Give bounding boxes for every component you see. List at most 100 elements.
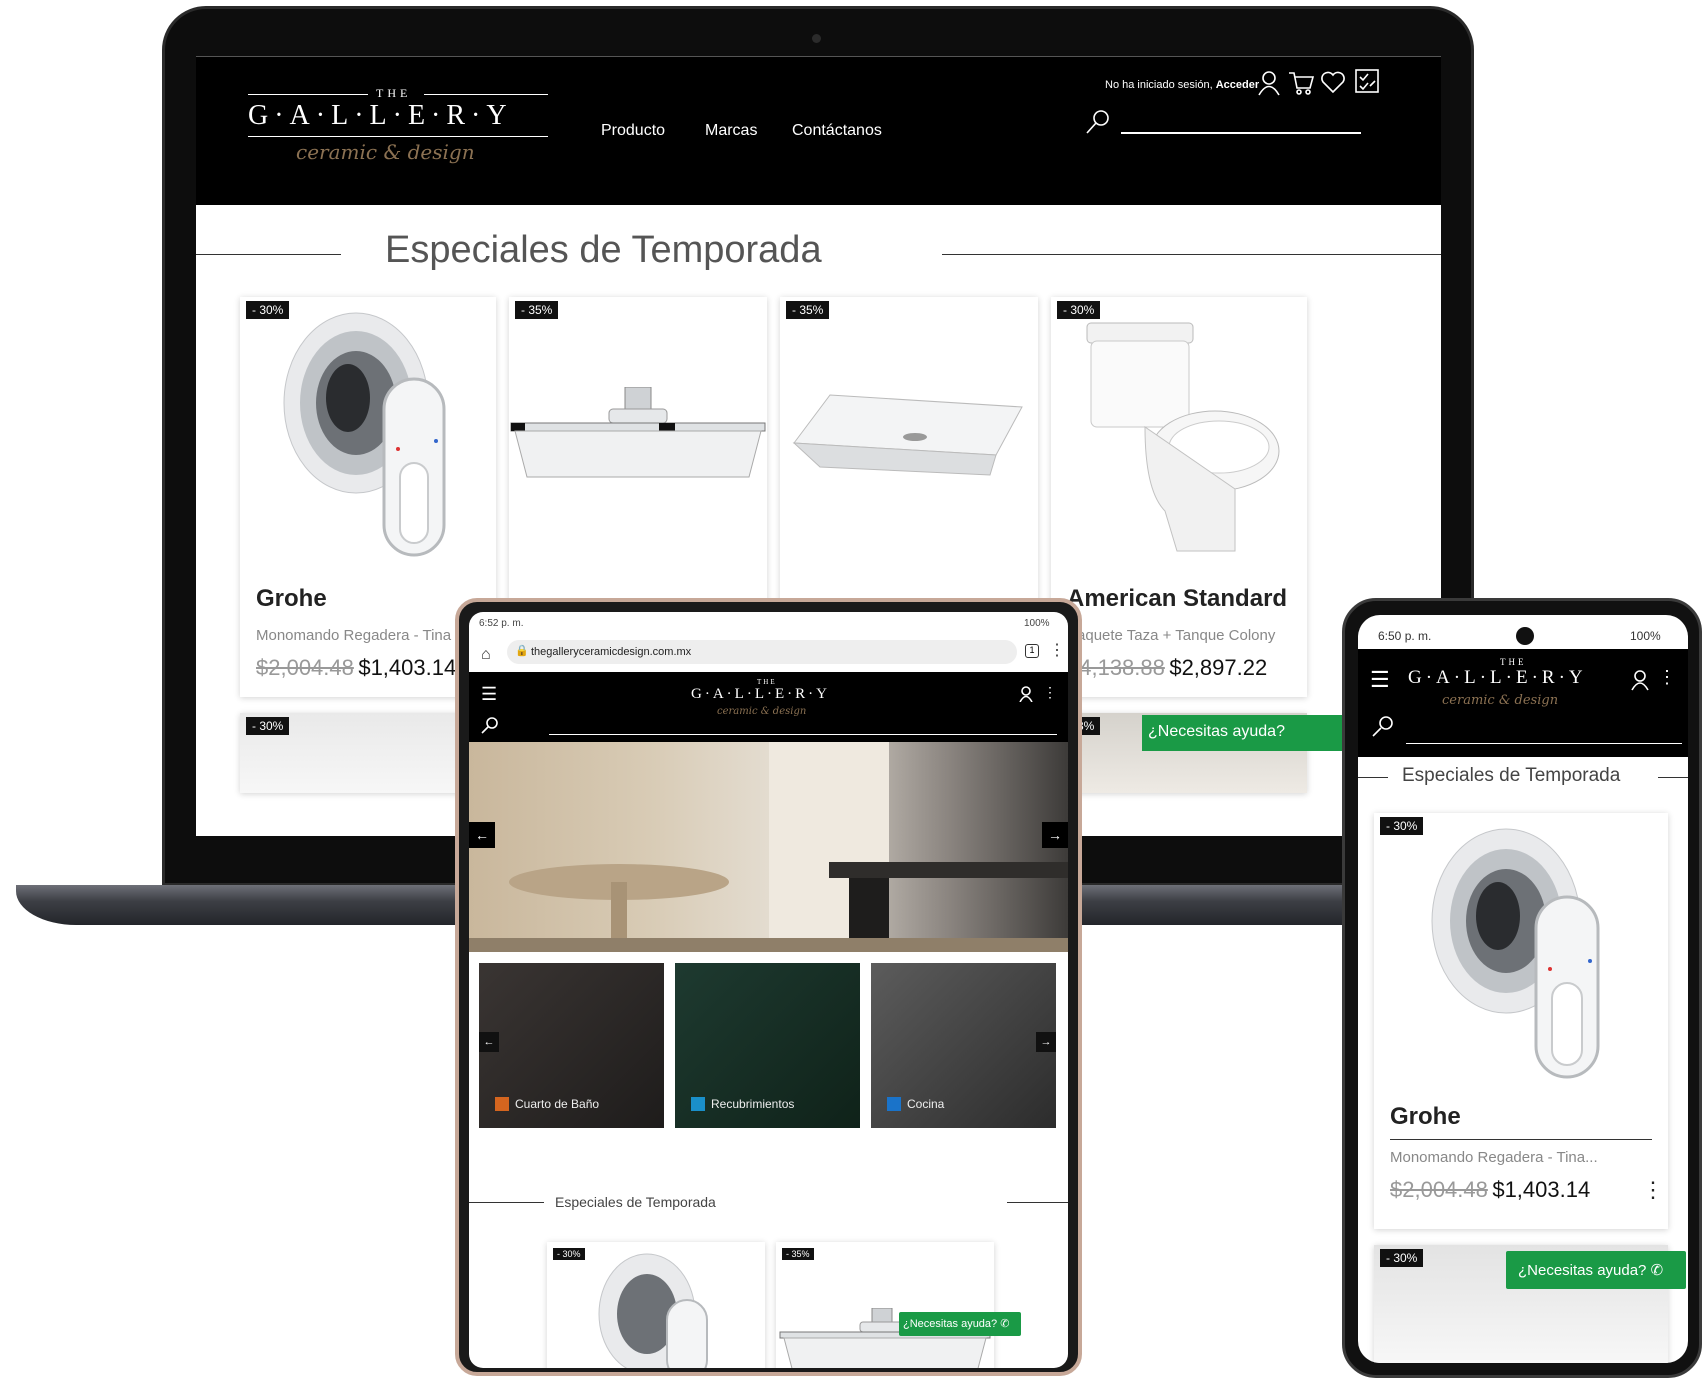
- phone-screen: 6:50 p. m. 100% ☰ THE G·A·L·L·E·R·Y cera…: [1358, 615, 1688, 1363]
- product-description: Monomando Regadera - Tina: [256, 627, 452, 644]
- product-description: Monomando Regadera - Tina...: [1390, 1149, 1598, 1166]
- search-input[interactable]: [1121, 132, 1361, 134]
- category-label: Recubrimientos: [711, 1097, 795, 1111]
- whatsapp-icon: ✆: [1650, 1262, 1664, 1279]
- tablet-screen: 6:52 p. m. 100% ⌂ 🔒 thegalleryceramicdes…: [469, 612, 1068, 1368]
- product-card[interactable]: - 30% American Standard Paquete Taza + T…: [1051, 297, 1307, 697]
- tab-count: 1: [1029, 645, 1035, 655]
- product-card[interactable]: - 30% Grohe Monomando Regadera - Tina...…: [1374, 813, 1668, 1229]
- whatsapp-help-button[interactable]: ¿Necesitas ayuda? ✆: [899, 1312, 1021, 1336]
- category-tile-bano[interactable]: Cuarto de Baño: [479, 963, 664, 1128]
- site-logo[interactable]: THE G·A·L·L·E·R·Y ceramic & design: [1408, 657, 1618, 717]
- category-tile-recubrimientos[interactable]: Recubrimientos: [675, 963, 860, 1128]
- logo-tagline: ceramic & design: [1442, 693, 1559, 708]
- hamburger-icon[interactable]: ☰: [1370, 667, 1390, 693]
- nav-producto[interactable]: Producto: [601, 122, 665, 140]
- search-icon[interactable]: [1372, 715, 1394, 737]
- category-next-arrow[interactable]: →: [1036, 1032, 1056, 1052]
- logo-the: THE: [1500, 657, 1527, 667]
- more-options-icon[interactable]: ⋮: [1043, 684, 1057, 701]
- logo-wordmark: G·A·L·L·E·R·Y: [691, 686, 830, 702]
- phone-frame: 6:50 p. m. 100% ☰ THE G·A·L·L·E·R·Y cera…: [1342, 598, 1702, 1378]
- lock-icon: 🔒: [515, 645, 529, 657]
- new-price: $2,897.22: [1169, 655, 1268, 680]
- toilet-image: [1086, 322, 1280, 552]
- product-card[interactable]: - 30%: [547, 1242, 765, 1368]
- section-title: Especiales de Temporada: [555, 1194, 716, 1210]
- old-price: $2,004.48: [256, 655, 354, 680]
- whatsapp-help-label: ¿Necesitas ayuda?: [1518, 1262, 1647, 1279]
- product-card[interactable]: - 35%: [776, 1242, 994, 1368]
- home-icon[interactable]: ⌂: [481, 646, 491, 664]
- tablet-header: ☰ THE G·A·L·L·E·R·Y ceramic & design ⋮: [469, 672, 1068, 742]
- product-brand: Grohe: [256, 585, 327, 612]
- search-input[interactable]: [549, 734, 1057, 735]
- hero-next-arrow[interactable]: →: [1042, 822, 1068, 848]
- browser-menu-icon[interactable]: ⋮: [1049, 640, 1065, 660]
- login-text: No ha iniciado sesión,: [1105, 79, 1213, 91]
- category-prev-arrow[interactable]: ←: [479, 1032, 499, 1052]
- new-price: $1,403.14: [1492, 1177, 1591, 1202]
- discount-badge: - 30%: [1380, 817, 1424, 835]
- heart-icon[interactable]: [1320, 70, 1346, 94]
- discount-badge: - 30%: [246, 717, 290, 735]
- category-label: Cocina: [907, 1097, 945, 1111]
- hero-prev-arrow[interactable]: ←: [469, 822, 495, 848]
- search-icon[interactable]: [1084, 108, 1112, 136]
- tabs-button[interactable]: 1: [1025, 644, 1039, 658]
- cart-icon[interactable]: [1288, 70, 1314, 96]
- phone-header: ☰ THE G·A·L·L·E·R·Y ceramic & design ⋮: [1358, 649, 1688, 757]
- discount-badge: - 35%: [786, 301, 830, 319]
- title-rule-left: [1358, 777, 1388, 778]
- category-tile-cocina[interactable]: Cocina: [871, 963, 1056, 1128]
- hero-banner: ← →: [469, 742, 1068, 952]
- logo-wordmark: G·A·L·L·E·R·Y: [248, 100, 513, 131]
- nav-marcas[interactable]: Marcas: [705, 122, 757, 140]
- login-link[interactable]: Acceder: [1216, 79, 1259, 91]
- login-status: No ha iniciado sesión, Acceder: [1105, 79, 1259, 91]
- status-battery: 100%: [1630, 629, 1661, 643]
- url-text: thegalleryceramicdesign.com.mx: [531, 646, 692, 658]
- discount-badge: - 35%: [782, 1248, 814, 1260]
- logo-the: THE: [757, 678, 777, 686]
- status-battery: 100%: [1024, 618, 1050, 629]
- rain-showerhead-image: [510, 387, 766, 478]
- more-options-icon[interactable]: ⋮: [1658, 667, 1676, 688]
- more-options-icon[interactable]: ⋮: [1642, 1177, 1664, 1203]
- front-camera-icon: [1516, 627, 1534, 645]
- product-price: $4,138.88 $2,897.22: [1067, 655, 1267, 681]
- url-bar[interactable]: 🔒 thegalleryceramicdesign.com.mx: [507, 640, 1017, 664]
- category-color-swatch: [887, 1097, 901, 1111]
- hamburger-icon[interactable]: ☰: [481, 684, 497, 705]
- user-icon[interactable]: [1631, 669, 1649, 691]
- title-rule-right: [942, 254, 1441, 255]
- site-logo[interactable]: THE G·A·L·L·E·R·Y ceramic & design: [248, 86, 548, 166]
- shower-valve-image: [1431, 828, 1600, 1079]
- user-icon[interactable]: [1019, 686, 1033, 702]
- logo-tagline: ceramic & design: [717, 706, 807, 717]
- search-icon[interactable]: [481, 716, 499, 734]
- category-color-swatch: [691, 1097, 705, 1111]
- whatsapp-help-button[interactable]: ¿Necesitas ayuda? ✆: [1506, 1251, 1686, 1289]
- logo-rule-left: [248, 94, 368, 95]
- title-rule-right: [1658, 777, 1688, 778]
- section-title: Especiales de Temporada: [385, 229, 822, 271]
- compare-icon[interactable]: [1354, 68, 1380, 94]
- title-rule-left: [469, 1202, 544, 1203]
- logo-rule-right: [424, 94, 548, 95]
- vessel-sink-image: [792, 394, 1023, 476]
- user-icon[interactable]: [1258, 70, 1280, 96]
- nav-contactanos[interactable]: Contáctanos: [792, 122, 882, 140]
- product-brand: American Standard: [1067, 585, 1288, 612]
- header-top-rule: [196, 56, 1441, 57]
- old-price: $2,004.48: [1390, 1177, 1488, 1202]
- whatsapp-help-label: ¿Necesitas ayuda?: [903, 1318, 998, 1330]
- shower-valve-image: [598, 1253, 708, 1368]
- discount-badge: - 30%: [1380, 1249, 1424, 1267]
- category-label: Cuarto de Baño: [515, 1097, 600, 1111]
- site-logo[interactable]: THE G·A·L·L·E·R·Y ceramic & design: [691, 678, 851, 722]
- new-price: $1,403.14: [358, 655, 457, 680]
- search-input[interactable]: [1406, 743, 1682, 744]
- product-price: $2,004.48 $1,403.14: [1390, 1177, 1590, 1203]
- whatsapp-help-button[interactable]: ¿Necesitas ayuda?: [1142, 715, 1342, 751]
